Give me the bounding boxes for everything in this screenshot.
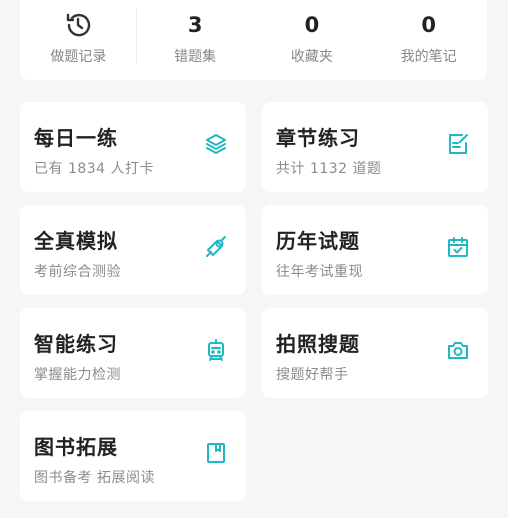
tile-subtitle: 往年考试重现 [276, 264, 363, 280]
tile-title: 章节练习 [276, 126, 360, 150]
stat-value: 0 [421, 13, 436, 37]
diploma-icon [204, 235, 228, 259]
tile-book-extension[interactable]: 图书拓展 图书备考 拓展阅读 [20, 411, 246, 501]
stats-card: 做题记录 3 错题集 0 收藏夹 0 我的笔记 [20, 0, 487, 80]
tile-subtitle: 掌握能力检测 [34, 367, 121, 383]
tile-chapter-practice[interactable]: 章节练习 共计 1132 道题 [262, 102, 488, 192]
stat-wrong-questions[interactable]: 3 错题集 [137, 0, 254, 80]
edit-note-icon [446, 132, 470, 156]
tile-subtitle: 搜题好帮手 [276, 367, 349, 383]
stat-notes[interactable]: 0 我的笔记 [370, 0, 487, 80]
tile-title: 每日一练 [34, 126, 118, 150]
stat-label: 错题集 [174, 49, 217, 65]
stat-value: 3 [187, 13, 203, 37]
tile-mock-exam[interactable]: 全真模拟 考前综合测验 [20, 205, 246, 295]
tile-subtitle: 已有 1834 人打卡 [34, 161, 155, 177]
robot-icon [204, 338, 228, 362]
stat-label: 收藏夹 [290, 49, 333, 65]
stat-value: 0 [304, 13, 320, 37]
tile-subtitle: 图书备考 拓展阅读 [34, 470, 155, 486]
stat-favorites[interactable]: 0 收藏夹 [254, 0, 371, 80]
stat-label: 做题记录 [50, 49, 107, 65]
tile-title: 拍照搜题 [276, 332, 360, 356]
layers-icon [204, 132, 228, 156]
tile-photo-search[interactable]: 拍照搜题 搜题好帮手 [262, 308, 488, 398]
stat-label: 我的笔记 [400, 49, 457, 65]
camera-icon [446, 338, 470, 362]
tile-title: 智能练习 [34, 332, 118, 356]
tile-past-exams[interactable]: 历年试题 往年考试重现 [262, 205, 488, 295]
tile-title: 图书拓展 [34, 435, 118, 459]
tile-title: 全真模拟 [34, 229, 118, 253]
calendar-check-icon [446, 235, 470, 259]
tile-subtitle: 共计 1132 道题 [276, 161, 382, 177]
history-icon [63, 10, 93, 40]
tile-title: 历年试题 [276, 229, 360, 253]
tile-subtitle: 考前综合测验 [34, 264, 121, 280]
book-icon [204, 441, 228, 465]
tile-daily-practice[interactable]: 每日一练 已有 1834 人打卡 [20, 102, 246, 192]
tile-smart-practice[interactable]: 智能练习 掌握能力检测 [20, 308, 246, 398]
stat-history[interactable]: 做题记录 [20, 0, 137, 80]
